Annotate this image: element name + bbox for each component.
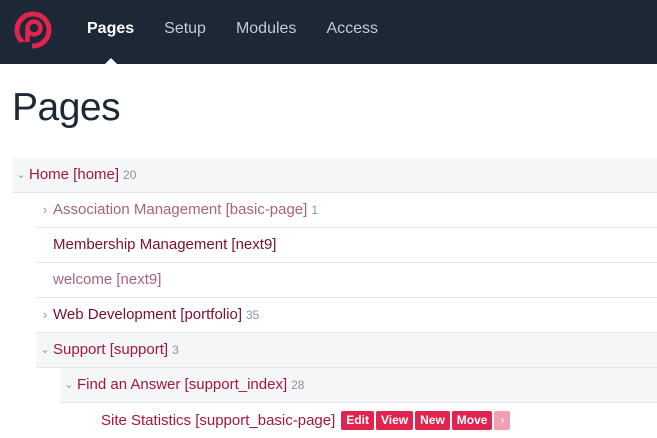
tree-row-home: ⌄ Home [home] 20 <box>12 158 657 193</box>
child-count: 1 <box>311 203 318 217</box>
tree-row-association: › Association Management [basic-page] 1 <box>36 193 657 228</box>
chevron-down-icon[interactable]: ⌄ <box>14 158 28 192</box>
tree-item-webdev[interactable]: Web Development [portfolio] <box>53 306 242 323</box>
chevron-down-icon[interactable]: ⌄ <box>62 368 76 402</box>
main-nav: Pages Setup Modules Access <box>72 0 393 64</box>
new-button[interactable]: New <box>415 410 450 430</box>
nav-pages[interactable]: Pages <box>72 0 149 64</box>
tree-item-home[interactable]: Home [home] <box>29 166 119 183</box>
edit-button[interactable]: Edit <box>341 410 374 430</box>
tree-item-association[interactable]: Association Management [basic-page] <box>53 201 307 218</box>
view-button[interactable]: View <box>375 410 414 430</box>
top-navbar: Pages Setup Modules Access <box>0 0 657 64</box>
page-tree: ⌄ Home [home] 20 › Association Management… <box>12 158 657 437</box>
move-button[interactable]: Move <box>451 410 493 430</box>
chevron-right-icon[interactable]: › <box>38 298 52 332</box>
tree-row-support: ⌄ Support [support] 3 <box>36 333 657 368</box>
tree-item-support[interactable]: Support [support] <box>53 341 168 358</box>
chevron-down-icon[interactable]: ⌄ <box>38 333 52 367</box>
processwire-logo-icon[interactable] <box>12 9 54 51</box>
child-count: 20 <box>123 168 137 182</box>
child-count: 3 <box>172 343 179 357</box>
page-actions: Edit View New Move › <box>341 403 512 437</box>
nav-modules[interactable]: Modules <box>221 0 311 64</box>
child-count: 35 <box>246 308 260 322</box>
tree-row-membership: Membership Management [next9] <box>36 228 657 263</box>
tree-item-find-answer[interactable]: Find an Answer [support_index] <box>77 376 287 393</box>
tree-item-membership[interactable]: Membership Management [next9] <box>53 236 276 253</box>
tree-row-find-answer: ⌄ Find an Answer [support_index] 28 <box>60 368 657 403</box>
tree-item-site-stats[interactable]: Site Statistics [support_basic-page] <box>101 412 335 429</box>
nav-setup[interactable]: Setup <box>149 0 221 64</box>
chevron-right-icon[interactable]: › <box>38 193 52 227</box>
tree-row-site-stats: Site Statistics [support_basic-page] Edit… <box>84 403 657 437</box>
tree-row-welcome: welcome [next9] <box>36 263 657 298</box>
page-title: Pages <box>12 86 121 129</box>
tree-item-welcome[interactable]: welcome [next9] <box>53 271 161 288</box>
child-count: 28 <box>291 378 305 392</box>
nav-access[interactable]: Access <box>311 0 393 64</box>
more-actions-button[interactable]: › <box>494 410 511 430</box>
tree-row-webdev: › Web Development [portfolio] 35 <box>36 298 657 333</box>
